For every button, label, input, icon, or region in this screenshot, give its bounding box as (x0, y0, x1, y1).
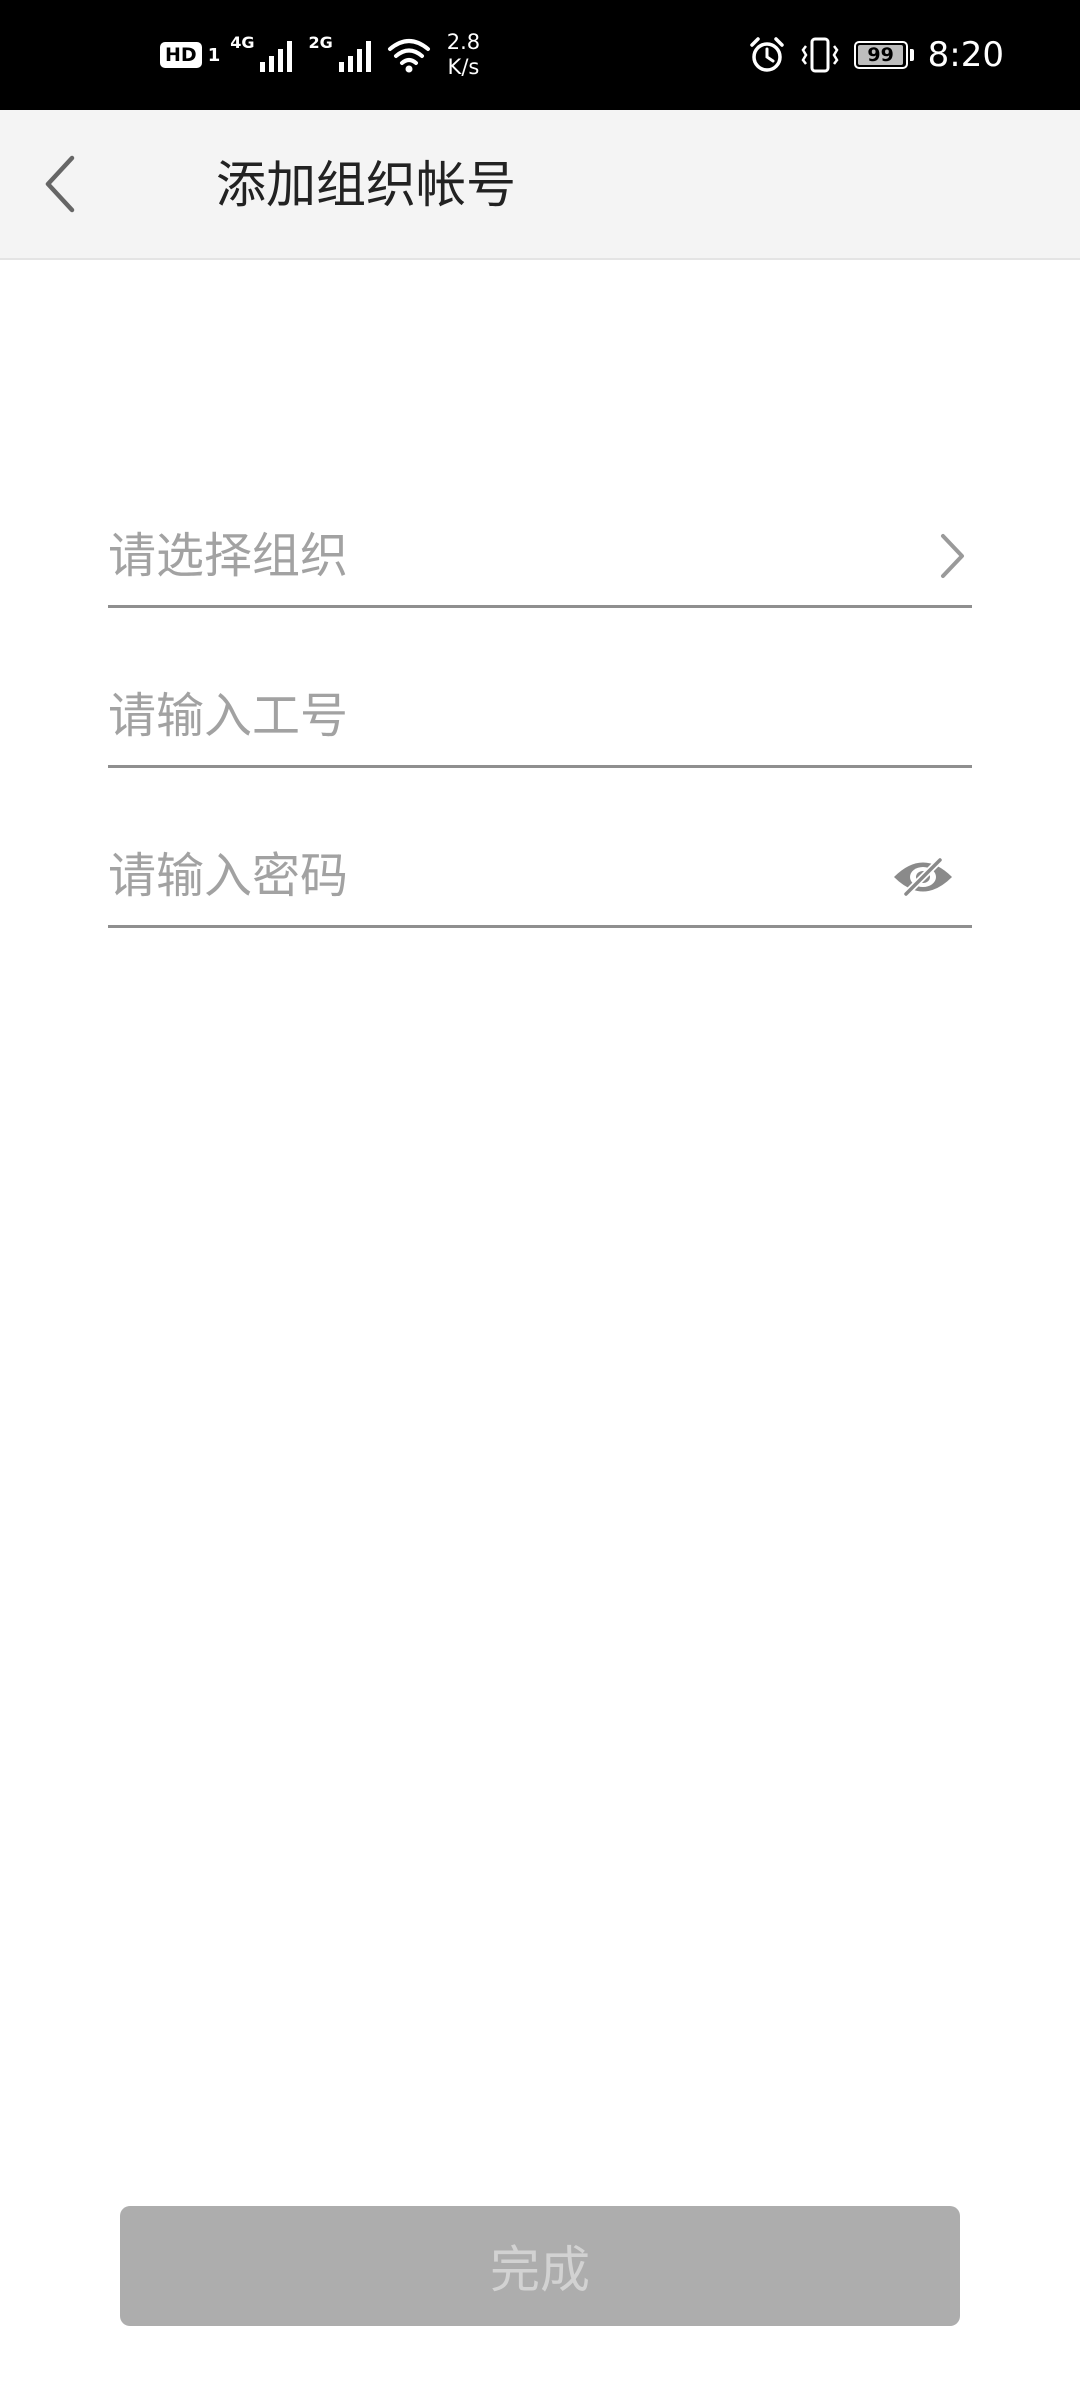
alarm-clock-icon (749, 37, 784, 72)
battery-level: 99 (867, 44, 894, 66)
sim-slot-number: 1 (207, 44, 221, 66)
status-bar-left: HD 1 4G 2G 2.8 K/s (160, 0, 480, 110)
status-bar: HD 1 4G 2G 2.8 K/s 99 8:20 (0, 0, 1080, 110)
network-type-2: 2G (308, 32, 333, 52)
organization-select[interactable] (108, 508, 972, 608)
organization-select-arrow[interactable] (932, 530, 972, 582)
status-bar-right: 99 8:20 (748, 0, 1004, 110)
battery-indicator: 99 (853, 41, 914, 69)
network-speed: 2.8 K/s (447, 30, 480, 80)
password-field[interactable] (108, 828, 972, 928)
network-speed-value: 2.8 (446, 30, 481, 54)
battery-icon: 99 (853, 41, 908, 69)
network-type-1: 4G (230, 32, 255, 52)
hd-voice-badge: HD (160, 42, 202, 68)
chevron-left-icon (45, 155, 75, 213)
network-speed-unit: K/s (447, 55, 480, 79)
employee-id-field[interactable] (108, 668, 972, 768)
done-button[interactable]: 完成 (120, 2206, 960, 2326)
organization-input[interactable] (108, 508, 868, 604)
employee-id-input[interactable] (108, 668, 868, 764)
password-input[interactable] (108, 828, 868, 924)
signal-strength-1-icon (260, 41, 293, 72)
back-button[interactable] (22, 146, 98, 222)
status-time: 8:20 (927, 35, 1004, 75)
battery-cap (909, 49, 914, 61)
signal-strength-2-icon (338, 41, 371, 72)
page-title: 添加组织帐号 (216, 156, 516, 214)
vibrate-icon (801, 37, 839, 73)
wifi-icon (387, 39, 430, 73)
chevron-right-icon (941, 534, 964, 578)
app-bar: 添加组织帐号 (0, 110, 1080, 260)
eye-off-icon[interactable] (892, 854, 954, 900)
